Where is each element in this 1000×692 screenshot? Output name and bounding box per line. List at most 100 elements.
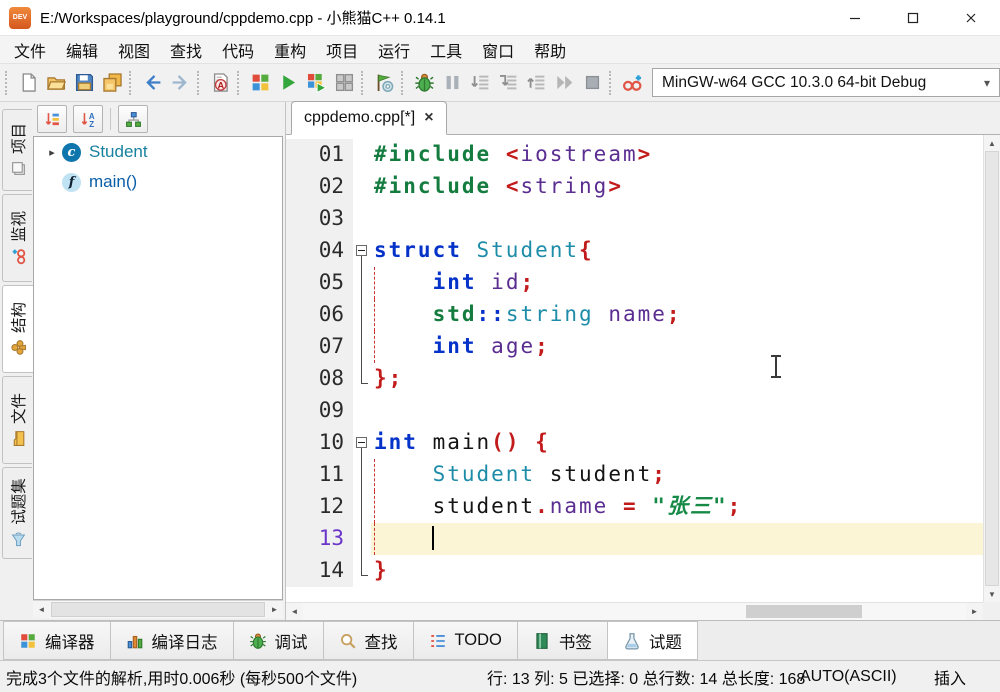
- tree-item-main[interactable]: f main(): [34, 167, 282, 197]
- sidebar-tab-0[interactable]: 项目: [2, 109, 32, 191]
- stop-button[interactable]: [578, 69, 606, 97]
- scroll-up-icon[interactable]: ▲: [984, 135, 1000, 151]
- code-line-08[interactable]: 08 };: [286, 363, 983, 395]
- line-number[interactable]: 02: [286, 171, 353, 203]
- code-text[interactable]: std::string name;: [371, 299, 983, 331]
- code-text[interactable]: #include <iostream>: [371, 139, 983, 171]
- bottom-tab-3[interactable]: 查找: [323, 621, 414, 660]
- menu-item-10[interactable]: 帮助: [524, 36, 576, 64]
- line-number[interactable]: 01: [286, 139, 353, 171]
- scrollbar-thumb[interactable]: [985, 151, 999, 586]
- save-all-button[interactable]: [98, 69, 126, 97]
- scrollbar-track[interactable]: [50, 601, 266, 618]
- code-line-04[interactable]: 04 struct Student{: [286, 235, 983, 267]
- editor-tab-cppdemo[interactable]: cppdemo.cpp[*] ×: [291, 101, 447, 135]
- code-line-13[interactable]: 13: [286, 523, 983, 555]
- bottom-tab-4[interactable]: TODO: [413, 621, 518, 660]
- sidebar-tab-1[interactable]: 监视: [2, 194, 32, 282]
- line-number[interactable]: 12: [286, 491, 353, 523]
- fold-gutter[interactable]: [353, 235, 371, 267]
- compile-button[interactable]: [246, 69, 274, 97]
- editor-vscrollbar[interactable]: ▲ ▼: [983, 135, 1000, 602]
- menu-item-8[interactable]: 工具: [420, 36, 472, 64]
- bottom-tab-6[interactable]: 试题: [607, 621, 698, 660]
- line-number[interactable]: 07: [286, 331, 353, 363]
- fold-collapse-icon[interactable]: [356, 437, 367, 448]
- code-text[interactable]: int main() {: [371, 427, 983, 459]
- debug-options-button[interactable]: [370, 69, 398, 97]
- line-number[interactable]: 09: [286, 395, 353, 427]
- menu-item-5[interactable]: 重构: [264, 36, 316, 64]
- code-text[interactable]: };: [371, 363, 983, 395]
- close-icon[interactable]: ×: [424, 109, 433, 127]
- sort-by-type-button[interactable]: [37, 105, 67, 133]
- encoding-indicator[interactable]: AUTO(ASCII): [800, 668, 897, 686]
- scroll-right-icon[interactable]: ►: [266, 601, 283, 618]
- fold-gutter[interactable]: [353, 427, 371, 459]
- code-line-02[interactable]: 02 #include <string>: [286, 171, 983, 203]
- menu-item-1[interactable]: 编辑: [56, 36, 108, 64]
- scrollbar-thumb[interactable]: [746, 605, 862, 618]
- line-number[interactable]: 05: [286, 267, 353, 299]
- code-text[interactable]: }: [371, 555, 983, 587]
- fold-collapse-icon[interactable]: [356, 245, 367, 256]
- code-line-01[interactable]: 01 #include <iostream>: [286, 139, 983, 171]
- close-button[interactable]: [942, 0, 1000, 35]
- menu-item-6[interactable]: 项目: [316, 36, 368, 64]
- menu-item-3[interactable]: 查找: [160, 36, 212, 64]
- menu-item-4[interactable]: 代码: [212, 36, 264, 64]
- editor-hscrollbar[interactable]: ◄ ►: [286, 602, 983, 620]
- code-text[interactable]: Student student;: [371, 459, 983, 491]
- code-text[interactable]: int id;: [371, 267, 983, 299]
- code-line-09[interactable]: 09: [286, 395, 983, 427]
- line-number[interactable]: 08: [286, 363, 353, 395]
- code-line-12[interactable]: 12 student.name = "张三";: [286, 491, 983, 523]
- scrollbar-track[interactable]: [303, 603, 966, 620]
- code-line-10[interactable]: 10 int main() {: [286, 427, 983, 459]
- scroll-left-icon[interactable]: ◄: [286, 603, 303, 620]
- show-inherited-button[interactable]: [118, 105, 148, 133]
- check-syntax-button[interactable]: A: [206, 69, 234, 97]
- code-text[interactable]: struct Student{: [371, 235, 983, 267]
- scroll-right-icon[interactable]: ►: [966, 603, 983, 620]
- compile-run-button[interactable]: [302, 69, 330, 97]
- menu-item-7[interactable]: 运行: [368, 36, 420, 64]
- code-text[interactable]: #include <string>: [371, 171, 983, 203]
- tree-item-Student[interactable]: ▸ c Student: [34, 137, 282, 167]
- save-button[interactable]: [70, 69, 98, 97]
- bottom-tab-0[interactable]: 编译器: [3, 621, 111, 660]
- line-number[interactable]: 06: [286, 299, 353, 331]
- line-number[interactable]: 13: [286, 523, 353, 555]
- compiler-set-dropdown[interactable]: MinGW-w64 GCC 10.3.0 64-bit Debug ▾: [652, 68, 1000, 97]
- sort-alpha-button[interactable]: AZ: [73, 105, 103, 133]
- expander-icon[interactable]: ▸: [44, 146, 60, 159]
- code-line-05[interactable]: 05 int id;: [286, 267, 983, 299]
- scrollbar-thumb[interactable]: [51, 602, 265, 617]
- code-line-11[interactable]: 11 Student student;: [286, 459, 983, 491]
- step-into-button[interactable]: [494, 69, 522, 97]
- scroll-down-icon[interactable]: ▼: [984, 586, 1000, 602]
- menu-item-0[interactable]: 文件: [4, 36, 56, 64]
- scrollbar-track[interactable]: [984, 151, 1000, 586]
- sidebar-tab-4[interactable]: 试题集: [2, 467, 32, 559]
- code-text[interactable]: [371, 395, 983, 427]
- sidebar-tab-3[interactable]: 文件: [2, 376, 32, 464]
- code-line-06[interactable]: 06 std::string name;: [286, 299, 983, 331]
- minimize-button[interactable]: [826, 0, 884, 35]
- add-watch-button[interactable]: [618, 69, 646, 97]
- bottom-tab-1[interactable]: 编译日志: [110, 621, 234, 660]
- line-number[interactable]: 14: [286, 555, 353, 587]
- menu-item-9[interactable]: 窗口: [472, 36, 524, 64]
- maximize-button[interactable]: [884, 0, 942, 35]
- forward-button[interactable]: [166, 69, 194, 97]
- step-out-button[interactable]: [522, 69, 550, 97]
- line-number[interactable]: 11: [286, 459, 353, 491]
- code-line-14[interactable]: 14 }: [286, 555, 983, 587]
- structure-panel-hscrollbar[interactable]: ◄ ►: [33, 600, 283, 618]
- menu-item-2[interactable]: 视图: [108, 36, 160, 64]
- step-over-button[interactable]: [466, 69, 494, 97]
- back-button[interactable]: [138, 69, 166, 97]
- code-text[interactable]: int age;: [371, 331, 983, 363]
- line-number[interactable]: 10: [286, 427, 353, 459]
- bottom-tab-5[interactable]: 书签: [517, 621, 608, 660]
